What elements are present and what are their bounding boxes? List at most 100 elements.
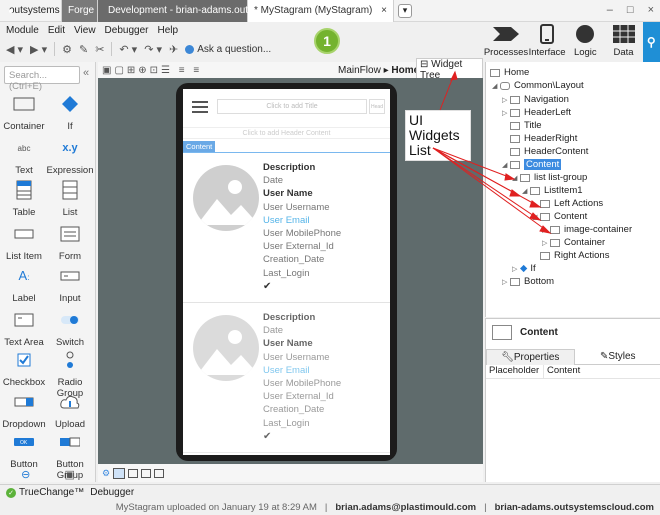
publish-icon[interactable]: ✈ [169, 43, 178, 56]
expand-arrow-icon[interactable]: ◢ [502, 161, 510, 169]
tree-node-bottom[interactable]: ▷ Bottom [502, 275, 554, 288]
minimize-button[interactable]: – [607, 4, 613, 16]
menu-edit[interactable]: Edit [48, 25, 65, 36]
data-icon [612, 24, 635, 44]
field-user-email[interactable]: User Email [263, 364, 341, 377]
placeholder-icon [540, 212, 550, 221]
list-icon [520, 173, 530, 182]
content-placeholder[interactable]: Description Date User Name User Username… [183, 152, 390, 455]
tablet-preview-icon[interactable] [128, 468, 139, 478]
redo-icon[interactable]: ↷ ▾ [144, 43, 162, 56]
expand-arrow-icon[interactable]: ◢ [522, 187, 530, 195]
expand-arrow-icon[interactable]: ▷ [502, 96, 510, 104]
placeholder-icon [510, 134, 520, 143]
menu-help[interactable]: Help [157, 25, 178, 36]
desktop-preview-icon[interactable] [154, 468, 165, 478]
field-user-mobilephone: User MobilePhone [263, 228, 342, 240]
maximize-button[interactable]: □ [627, 4, 634, 16]
tree-node-home[interactable]: Home [490, 66, 529, 79]
list-item[interactable]: Description Date User Name User Username… [183, 303, 390, 453]
expand-arrow-icon[interactable]: ▷ [502, 278, 510, 286]
list-item[interactable]: Description Date User Name User Username… [183, 153, 390, 303]
property-row[interactable]: Placeholder Content [486, 365, 660, 379]
interface-button[interactable]: Interface [528, 22, 566, 62]
property-value[interactable]: Content [544, 365, 580, 378]
app-menu[interactable]: outsystems [0, 0, 62, 22]
tree-node-headercontent[interactable]: HeaderContent [510, 145, 588, 158]
tab-mystagram[interactable]: * MyStagram (MyStagram) × [248, 0, 394, 22]
tree-node-headerright[interactable]: HeaderRight [510, 132, 577, 145]
forward-icon[interactable]: ▶ ▾ [30, 43, 47, 56]
question-icon [185, 44, 195, 54]
expand-arrow-icon[interactable]: ◢ [532, 213, 540, 221]
tree-node-content-selected[interactable]: ◢ Content [502, 158, 562, 171]
gear-icon[interactable]: ⚙ [62, 43, 72, 56]
placeholder-icon [510, 147, 520, 156]
tree-node-list-group[interactable]: ◢ list list-group [512, 171, 587, 184]
processes-button[interactable]: Processes [484, 22, 528, 62]
breakpoint-icon[interactable]: ✎ [79, 43, 88, 56]
undo-icon[interactable]: ↶ ▾ [119, 43, 137, 56]
tab-styles[interactable]: ✎ Styles [574, 349, 660, 365]
stop-debug-icon[interactable]: ✂ [95, 43, 104, 56]
tree-node-image-container[interactable]: ▷ image-container [542, 223, 632, 236]
expand-arrow-icon[interactable]: ▷ [542, 226, 550, 234]
tab-development-label: Development - brian-adams.outs... [108, 5, 262, 16]
tree-node-left-actions[interactable]: Left Actions [540, 197, 603, 210]
tab-debugger[interactable]: Debugger [90, 487, 134, 498]
menu-module[interactable]: Module [6, 25, 39, 36]
menu-view[interactable]: View [74, 25, 96, 36]
close-tab-icon[interactable]: × [381, 5, 387, 16]
expand-arrow-icon[interactable]: ◢ [512, 174, 520, 182]
expand-arrow-icon[interactable]: ▷ [502, 109, 510, 117]
menu-debugger[interactable]: Debugger [105, 25, 149, 36]
tree-node-label: Right Actions [554, 250, 610, 261]
tablet-landscape-icon[interactable] [141, 468, 152, 478]
tree-node-headerleft[interactable]: ▷ HeaderLeft [502, 106, 571, 119]
expand-arrow-icon[interactable]: ◢ [492, 82, 500, 90]
image-icon[interactable]: ▣ [65, 468, 75, 482]
tree-node-title[interactable]: Title [510, 119, 542, 132]
container-icon [13, 90, 35, 118]
interface-label: Interface [528, 47, 566, 58]
list-item-icon [14, 220, 34, 248]
tab-development[interactable]: Development - brian-adams.outs... [98, 0, 261, 22]
field-user-email[interactable]: User Email [263, 214, 341, 227]
field-user-external-id: User External_Id [263, 241, 334, 253]
collapse-panel-icon[interactable]: « [83, 67, 89, 79]
tab-forge[interactable]: Forge [62, 0, 98, 22]
device-settings-icon[interactable]: ⚙ [102, 468, 110, 479]
title-placeholder[interactable]: Click to add Title [217, 99, 367, 114]
tree-node-content-inner[interactable]: ◢ Content [532, 210, 587, 223]
toolbox-search-input[interactable]: Search... (Ctrl+E) [4, 66, 80, 92]
search-icon[interactable]: ⚲ [642, 22, 660, 62]
back-icon[interactable]: ◀ ▾ [6, 43, 23, 56]
canvas-tool-icons[interactable]: ▣▢⊞⊕⊡☰ ≡ ≡ [102, 65, 202, 76]
close-button[interactable]: × [648, 4, 654, 16]
phone-preview-icon[interactable] [113, 467, 126, 479]
data-button[interactable]: Data [604, 22, 642, 62]
tab-properties[interactable]: 🔧︎ Properties [486, 349, 575, 365]
tab-truechange[interactable]: ✓ TrueChange™ [6, 487, 84, 498]
list-icon [62, 176, 78, 204]
properties-panel: Content 🔧︎ Properties ✎ Styles Placehold… [485, 318, 660, 482]
expand-arrow-icon[interactable]: ▷ [512, 265, 520, 273]
logic-button[interactable]: Logic [566, 22, 604, 62]
tree-node-listitem1[interactable]: ◢ ListItem1 [522, 184, 583, 197]
tree-node-navigation[interactable]: ▷ Navigation [502, 93, 569, 106]
tree-node-if[interactable]: ▷ ◆ If [512, 262, 536, 275]
header-right-placeholder[interactable]: Head [369, 99, 385, 114]
header-content-placeholder[interactable]: Click to add Header Content [183, 127, 390, 139]
field-creation-date: Creation_Date [263, 404, 325, 416]
ask-question-link[interactable]: Ask a question... [185, 44, 271, 55]
tree-node-right-actions[interactable]: Right Actions [540, 249, 609, 262]
link-icon[interactable]: ⊖ [21, 468, 30, 482]
title-bar: outsystems Forge Development - brian-ada… [0, 0, 660, 22]
breadcrumb-flow[interactable]: MainFlow [338, 65, 381, 76]
tree-node-layout[interactable]: ◢ Common\Layout [492, 79, 584, 92]
content-selection-tag: Content [183, 141, 216, 152]
tree-node-container[interactable]: ▷ Container [542, 236, 605, 249]
tab-list-dropdown[interactable]: ▾ [398, 3, 412, 18]
expand-arrow-icon[interactable]: ▷ [542, 239, 550, 247]
hamburger-menu-icon[interactable] [192, 101, 208, 113]
